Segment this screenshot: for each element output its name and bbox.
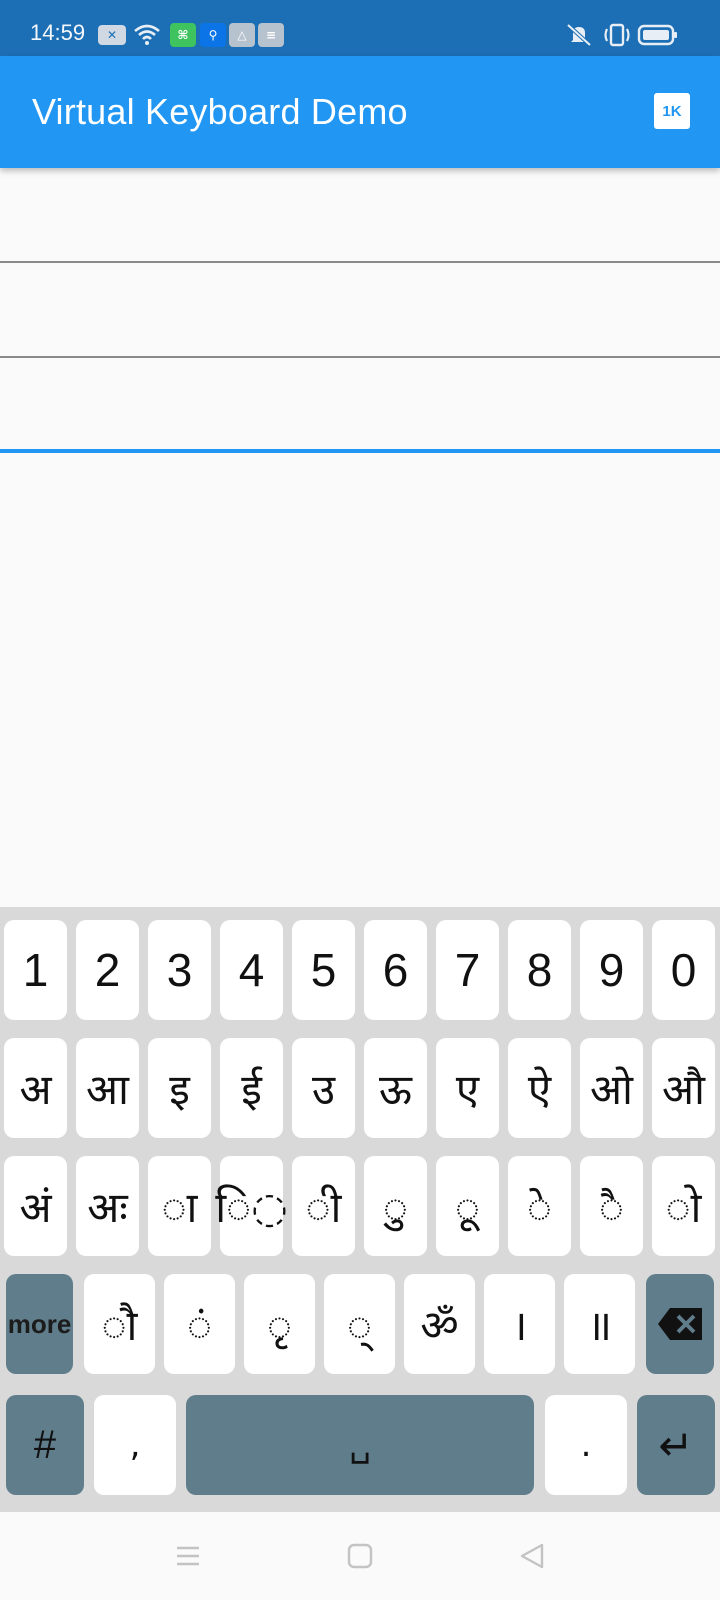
backspace-icon bbox=[658, 1308, 702, 1340]
text-field-3[interactable] bbox=[0, 358, 720, 453]
navigation-bar bbox=[0, 1512, 720, 1600]
back-icon[interactable] bbox=[516, 1540, 548, 1572]
field-underline-focused bbox=[0, 449, 720, 453]
layers-icon: ≡ bbox=[258, 22, 284, 48]
app-title: Virtual Keyboard Demo bbox=[32, 91, 408, 132]
key-visarga-a[interactable]: अः bbox=[76, 1156, 139, 1256]
wifi-icon bbox=[133, 22, 161, 48]
notification-x-icon: ✕ bbox=[98, 22, 126, 48]
text-field-2[interactable] bbox=[0, 263, 720, 358]
key-vowel-ii[interactable]: ई bbox=[220, 1038, 283, 1138]
key-vowel-aa[interactable]: आ bbox=[76, 1038, 139, 1138]
battery-icon bbox=[637, 22, 679, 48]
key-vowel-e[interactable]: ए bbox=[436, 1038, 499, 1138]
comma-key[interactable]: , bbox=[94, 1395, 176, 1495]
app-badge[interactable]: 1K bbox=[654, 93, 690, 129]
backspace-key[interactable] bbox=[646, 1274, 714, 1374]
key-matra-ri[interactable]: ◌ृ bbox=[244, 1274, 315, 1374]
enter-key-label: ↵ bbox=[658, 1420, 694, 1470]
key-matra-i[interactable]: ि◌ bbox=[215, 1156, 288, 1256]
key-vowel-au[interactable]: औ bbox=[652, 1038, 715, 1138]
key-matra-au[interactable]: ◌ौ bbox=[84, 1274, 155, 1374]
key-vowel-a[interactable]: अ bbox=[4, 1038, 67, 1138]
key-vowel-ai[interactable]: ऐ bbox=[508, 1038, 571, 1138]
menu-icon[interactable] bbox=[172, 1540, 204, 1572]
symbols-key-label: # bbox=[33, 1422, 57, 1467]
status-bar: 14:59 ✕ ⌘ ⚲ △ ≡ bbox=[0, 0, 720, 56]
space-key[interactable]: ␣ bbox=[186, 1395, 534, 1495]
period-key-label: . bbox=[580, 1425, 592, 1465]
symbols-key[interactable]: # bbox=[6, 1395, 84, 1495]
key-vowel-u[interactable]: उ bbox=[292, 1038, 355, 1138]
key-4[interactable]: 4 bbox=[220, 920, 283, 1020]
usb-icon: ⚲ bbox=[200, 22, 226, 48]
enter-key[interactable]: ↵ bbox=[637, 1395, 715, 1495]
key-5[interactable]: 5 bbox=[292, 920, 355, 1020]
key-matra-uu[interactable]: ◌ू bbox=[436, 1156, 499, 1256]
key-matra-aa[interactable]: ◌ा bbox=[148, 1156, 211, 1256]
comma-key-label: , bbox=[129, 1425, 141, 1465]
key-0[interactable]: 0 bbox=[652, 920, 715, 1020]
key-9[interactable]: 9 bbox=[580, 920, 643, 1020]
key-om[interactable]: ॐ bbox=[404, 1274, 475, 1374]
key-anusvara-a[interactable]: अं bbox=[4, 1156, 67, 1256]
app-bar: Virtual Keyboard Demo 1K bbox=[0, 56, 720, 168]
space-key-label: ␣ bbox=[349, 1425, 371, 1465]
key-3[interactable]: 3 bbox=[148, 920, 211, 1020]
text-input-1[interactable] bbox=[16, 188, 704, 248]
key-matra-o[interactable]: ◌ो bbox=[652, 1156, 715, 1256]
key-1[interactable]: 1 bbox=[4, 920, 67, 1020]
vibrate-icon bbox=[601, 22, 633, 48]
text-input-3[interactable] bbox=[16, 378, 704, 438]
key-8[interactable]: 8 bbox=[508, 920, 571, 1020]
period-key[interactable]: . bbox=[545, 1395, 627, 1495]
key-danda[interactable]: । bbox=[484, 1274, 555, 1374]
key-anusvara[interactable]: ◌ं bbox=[164, 1274, 235, 1374]
key-matra-u[interactable]: ◌ु bbox=[364, 1156, 427, 1256]
text-field-1[interactable] bbox=[0, 168, 720, 263]
more-key-label: more bbox=[7, 1308, 72, 1339]
text-input-2[interactable] bbox=[16, 283, 704, 343]
virtual-keyboard: 1 2 3 4 5 6 7 8 9 0 अ आ इ ई उ ऊ ए ऐ ओ औ … bbox=[0, 907, 720, 1512]
key-matra-ii[interactable]: ◌ी bbox=[292, 1156, 355, 1256]
vibrate-muted-icon bbox=[563, 22, 595, 48]
key-matra-e[interactable]: ◌े bbox=[508, 1156, 571, 1256]
key-vowel-i[interactable]: इ bbox=[148, 1038, 211, 1138]
key-2[interactable]: 2 bbox=[76, 920, 139, 1020]
key-7[interactable]: 7 bbox=[436, 920, 499, 1020]
key-double-danda[interactable]: ॥ bbox=[564, 1274, 635, 1374]
sim-icon: ⌘ bbox=[170, 22, 196, 48]
shapes-icon: △ bbox=[229, 22, 255, 48]
more-key[interactable]: more bbox=[6, 1274, 73, 1374]
key-6[interactable]: 6 bbox=[364, 920, 427, 1020]
status-time: 14:59 bbox=[30, 20, 86, 45]
key-matra-ai[interactable]: ◌ै bbox=[580, 1156, 643, 1256]
key-vowel-o[interactable]: ओ bbox=[580, 1038, 643, 1138]
key-vowel-uu[interactable]: ऊ bbox=[364, 1038, 427, 1138]
home-icon[interactable] bbox=[344, 1540, 376, 1572]
key-halant[interactable]: ◌् bbox=[324, 1274, 395, 1374]
